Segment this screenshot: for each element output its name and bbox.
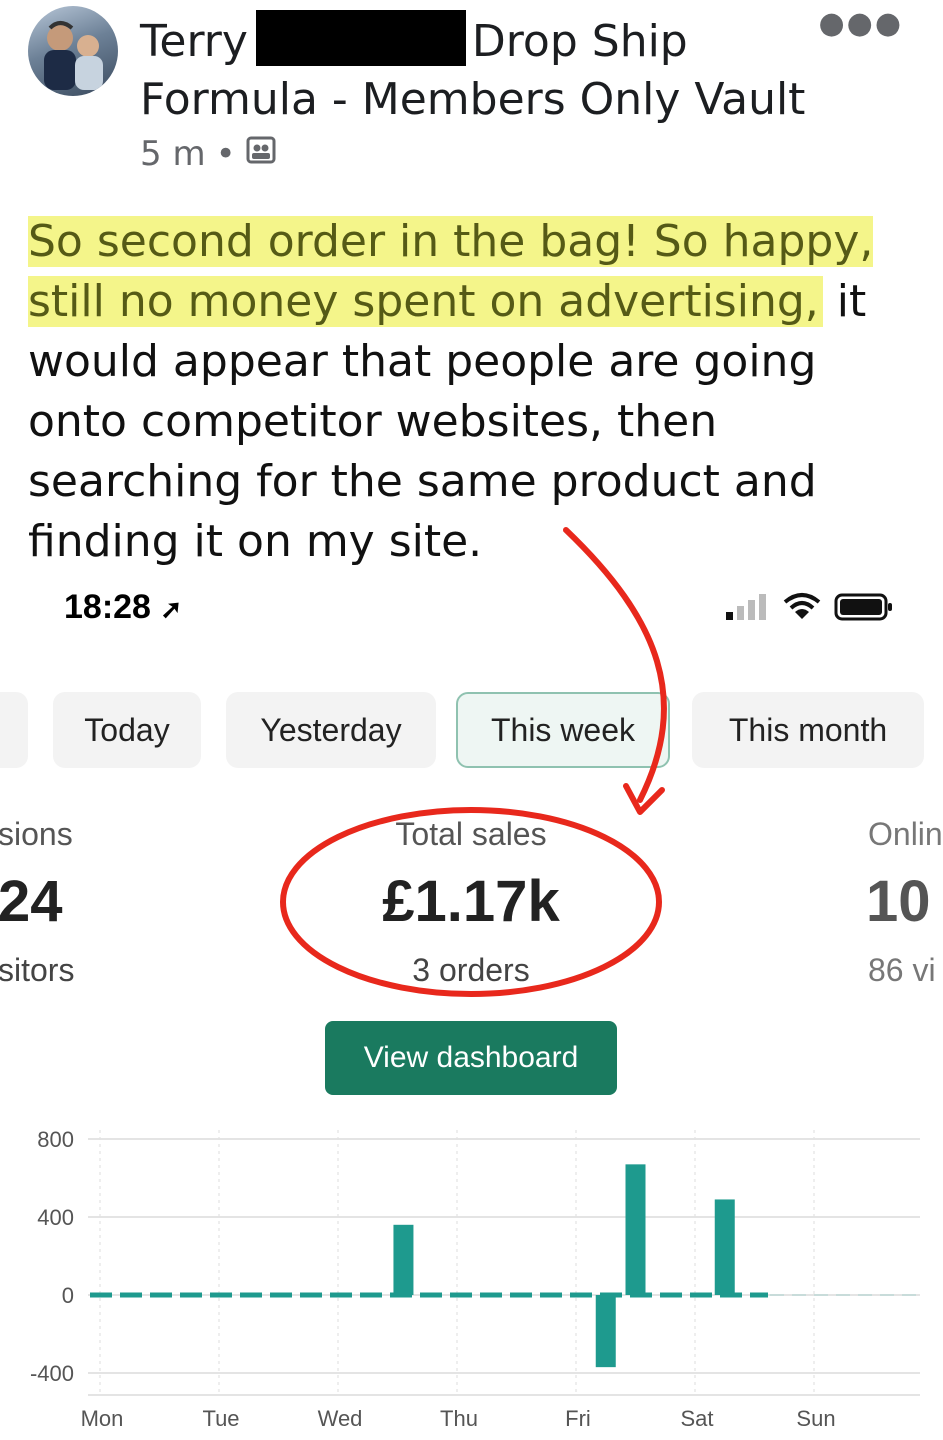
annotation-circle (280, 807, 662, 997)
annotation-arrow (563, 527, 667, 803)
annotation-overlay (280, 527, 667, 997)
